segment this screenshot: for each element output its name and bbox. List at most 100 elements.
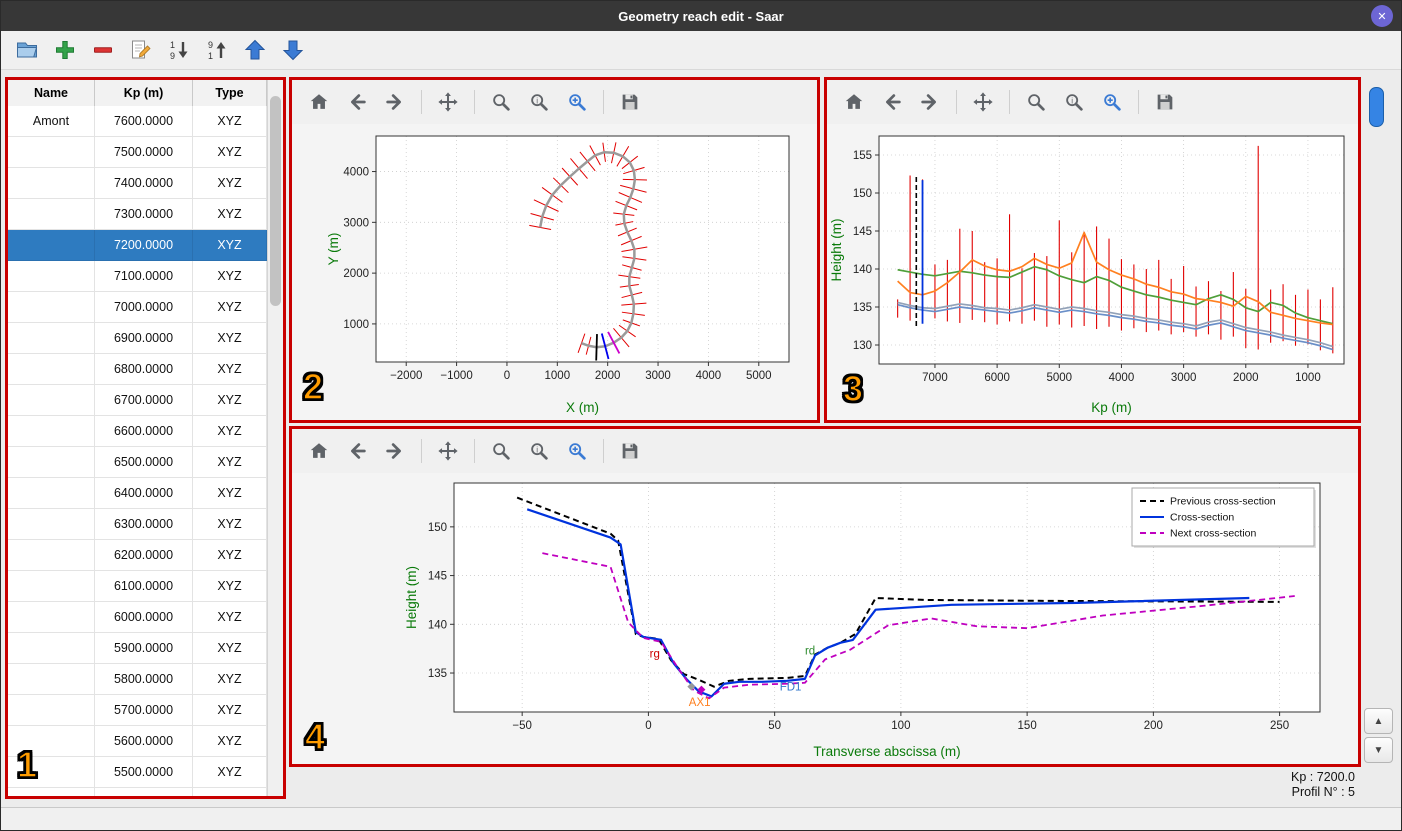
svg-text:0: 0 — [504, 370, 510, 382]
zoom-select-icon: i — [1063, 91, 1085, 113]
table-row[interactable]: 7200.0000 XYZ — [8, 230, 267, 261]
table-scrollbar-thumb[interactable] — [270, 96, 281, 306]
column-header-name[interactable]: Name — [8, 80, 95, 106]
cell-type: XYZ — [193, 757, 267, 787]
svg-text:−50: −50 — [512, 720, 532, 732]
table-row[interactable]: 5700.0000 XYZ — [8, 695, 267, 726]
save-button[interactable] — [615, 436, 645, 466]
cell-name — [8, 571, 95, 601]
table-row[interactable]: 5400.0000XYZ — [8, 788, 267, 796]
save-button[interactable] — [1150, 87, 1180, 117]
table-row[interactable]: 6300.0000 XYZ — [8, 509, 267, 540]
forward-button[interactable] — [380, 436, 410, 466]
move-down-button[interactable] — [277, 34, 309, 66]
open-folder-button[interactable] — [11, 34, 43, 66]
sort-ascending-button[interactable]: 91 — [201, 34, 233, 66]
cell-kp: 5500.0000 — [95, 757, 193, 787]
zoom-select-button[interactable]: i — [524, 436, 554, 466]
table-scrollbar[interactable] — [267, 80, 283, 796]
table-row[interactable]: 5800.0000 XYZ — [8, 664, 267, 695]
zoom-select-button[interactable]: i — [524, 87, 554, 117]
pan-button[interactable] — [968, 87, 998, 117]
column-header-type[interactable]: Type — [193, 80, 267, 106]
cell-type: XYZ — [193, 664, 267, 694]
svg-text:100: 100 — [891, 720, 910, 732]
cell-kp: 7300.0000 — [95, 199, 193, 229]
cell-name — [8, 478, 95, 508]
add-icon — [53, 38, 77, 62]
table-row[interactable]: 7300.0000 XYZ — [8, 199, 267, 230]
table-row[interactable]: 6900.0000 XYZ — [8, 323, 267, 354]
annotation-1: 1 — [16, 744, 38, 785]
cell-name — [8, 447, 95, 477]
right-scrollbar-thumb[interactable] — [1369, 87, 1384, 127]
cell-name — [8, 199, 95, 229]
forward-button[interactable] — [915, 87, 945, 117]
back-icon — [346, 440, 368, 462]
profile-down-button[interactable]: ▼ — [1364, 737, 1393, 763]
zoom-button[interactable] — [1021, 87, 1051, 117]
svg-text:200: 200 — [1144, 720, 1163, 732]
svg-text:9: 9 — [170, 51, 175, 61]
table-row[interactable]: 7000.0000 XYZ — [8, 292, 267, 323]
table-row[interactable]: 6200.0000 XYZ — [8, 540, 267, 571]
table-row[interactable]: 6500.0000 XYZ — [8, 447, 267, 478]
table-row[interactable]: 5500.0000 XYZ — [8, 757, 267, 788]
cell-kp: 6000.0000 — [95, 602, 193, 632]
zoom-button[interactable] — [486, 87, 516, 117]
table-row[interactable]: 6100.0000 XYZ — [8, 571, 267, 602]
cell-name — [8, 323, 95, 353]
table-row[interactable]: 7400.0000 XYZ — [8, 168, 267, 199]
cell-kp: 6200.0000 — [95, 540, 193, 570]
zoom-fit-button[interactable] — [562, 436, 592, 466]
cross-section-plot[interactable]: −50 0 50 100 150 200 250 135 140 145 150 rg rd AX1 FD1… — [292, 473, 1358, 764]
table-row[interactable]: 7100.0000 XYZ — [8, 261, 267, 292]
save-button[interactable] — [615, 87, 645, 117]
zoom-button[interactable] — [486, 436, 516, 466]
back-icon — [346, 91, 368, 113]
svg-text:rg: rg — [650, 648, 660, 660]
zoom-fit-button[interactable] — [562, 87, 592, 117]
profile-up-button[interactable]: ▲ — [1364, 708, 1393, 734]
zoom-select-icon: i — [528, 91, 550, 113]
table-row[interactable]: 6800.0000 XYZ — [8, 354, 267, 385]
cell-name — [8, 354, 95, 384]
add-button[interactable] — [49, 34, 81, 66]
annotation-2: 2 — [302, 366, 324, 407]
move-up-button[interactable] — [239, 34, 271, 66]
table-row[interactable]: 5900.0000 XYZ — [8, 633, 267, 664]
cell-type: XYZ — [193, 137, 267, 167]
forward-button[interactable] — [380, 87, 410, 117]
table-row[interactable]: 6600.0000 XYZ — [8, 416, 267, 447]
home-button[interactable] — [304, 436, 334, 466]
table-row[interactable]: Amont 7600.0000 XYZ — [8, 106, 267, 137]
cell-kp: 7500.0000 — [95, 137, 193, 167]
cell-kp: 6100.0000 — [95, 571, 193, 601]
pan-button[interactable] — [433, 87, 463, 117]
table-row[interactable]: 6700.0000 XYZ — [8, 385, 267, 416]
remove-button[interactable] — [87, 34, 119, 66]
sort-descending-button[interactable]: 19 — [163, 34, 195, 66]
home-button[interactable] — [839, 87, 869, 117]
plan-view-plot[interactable]: −2000 −1000 0 1000 2000 3000 4000 5000 1000 2000 3… — [292, 124, 817, 420]
longitudinal-profile-plot[interactable]: 7000 6000 5000 4000 3000 2000 1000 130 135 140 145… — [827, 124, 1358, 420]
back-button[interactable] — [877, 87, 907, 117]
table-row[interactable]: 6000.0000 XYZ — [8, 602, 267, 633]
back-button[interactable] — [342, 87, 372, 117]
zoom-fit-icon — [566, 91, 588, 113]
pan-button[interactable] — [433, 436, 463, 466]
edit-button[interactable] — [125, 34, 157, 66]
close-button[interactable]: ✕ — [1371, 5, 1393, 27]
table-header: Name Kp (m) Type — [8, 80, 267, 107]
home-button[interactable] — [304, 87, 334, 117]
cell-kp: 6300.0000 — [95, 509, 193, 539]
table-row[interactable]: 6400.0000 XYZ — [8, 478, 267, 509]
zoom-select-button[interactable]: i — [1059, 87, 1089, 117]
column-header-kp-m-[interactable]: Kp (m) — [95, 80, 193, 106]
table-row[interactable]: 5600.0000 XYZ — [8, 726, 267, 757]
table-row[interactable]: 7500.0000 XYZ — [8, 137, 267, 168]
cell-type: XYZ — [193, 788, 267, 796]
svg-text:Height (m): Height (m) — [404, 566, 419, 629]
back-button[interactable] — [342, 436, 372, 466]
zoom-fit-button[interactable] — [1097, 87, 1127, 117]
